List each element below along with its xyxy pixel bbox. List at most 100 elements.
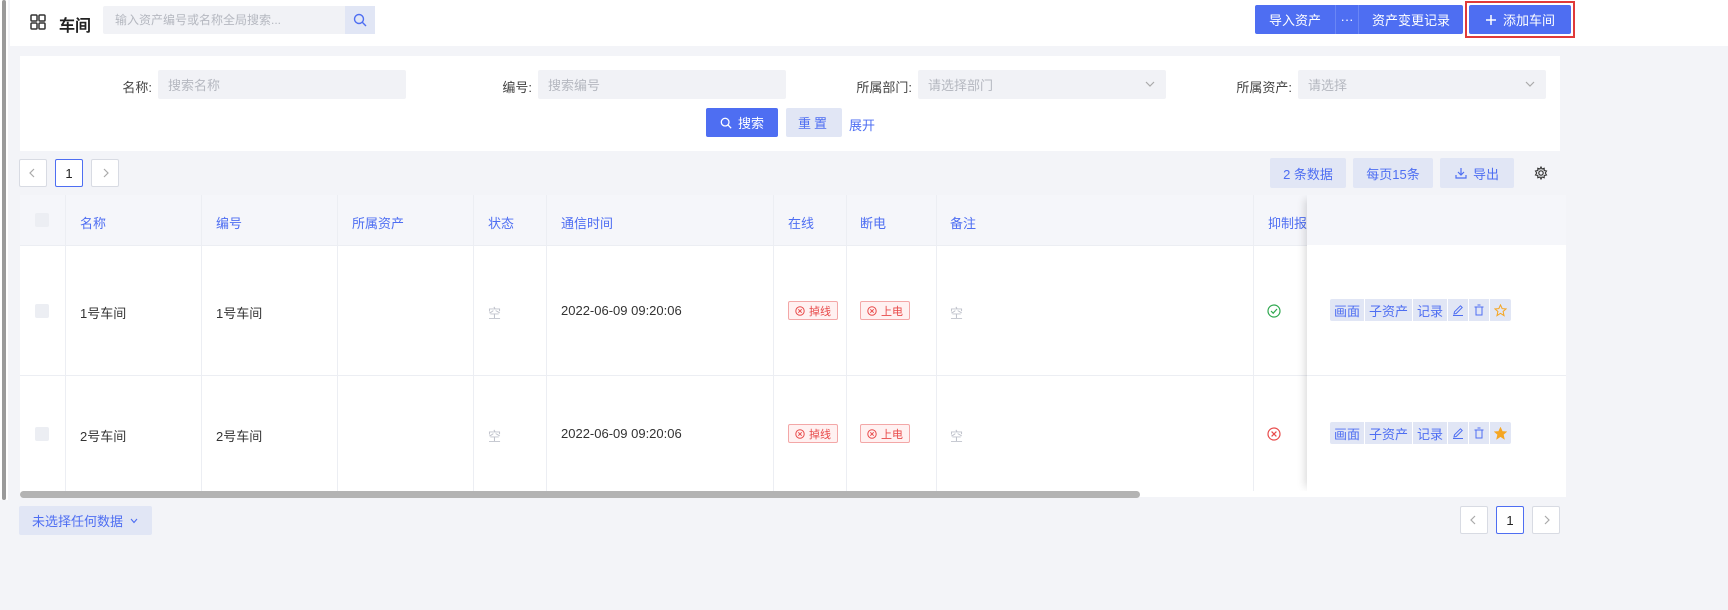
filter-search-button[interactable]: 搜索: [706, 108, 778, 137]
more-button[interactable]: ···: [1335, 5, 1359, 34]
asset-filter-label: 所属资产:: [1236, 80, 1292, 95]
filter-reset-button[interactable]: 重置: [786, 108, 842, 137]
star-outline-icon: [1494, 303, 1508, 317]
log-button[interactable]: 记录: [1413, 299, 1449, 321]
selection-dropdown[interactable]: 未选择任何数据: [19, 506, 152, 535]
chevron-down-icon: [1525, 81, 1535, 87]
next-page-button[interactable]: [1532, 506, 1560, 534]
select-all-checkbox[interactable]: [35, 213, 49, 227]
row-divider: [1307, 375, 1566, 376]
record-count-badge: 2 条数据: [1270, 158, 1346, 188]
column-header-power[interactable]: 断电: [860, 213, 886, 232]
log-button[interactable]: 记录: [1413, 422, 1449, 444]
column-header-comm-time[interactable]: 通信时间: [561, 213, 613, 232]
cell-code: 2号车间: [216, 429, 263, 444]
favorite-button[interactable]: [1490, 299, 1511, 321]
export-button[interactable]: 导出: [1440, 158, 1514, 188]
column-header-code[interactable]: 编号: [216, 213, 242, 232]
cell-code: 1号车间: [216, 306, 263, 321]
view-screen-button[interactable]: 画面: [1330, 299, 1366, 321]
chevron-down-icon: [130, 518, 138, 523]
import-asset-button[interactable]: 导入资产: [1255, 5, 1335, 34]
page-number-button[interactable]: 1: [1496, 506, 1524, 534]
dept-select-placeholder: 请选择部门: [928, 78, 994, 93]
next-page-button[interactable]: [91, 159, 119, 187]
cell-comm-time: 2022-06-09 09:20:06: [561, 303, 682, 318]
sub-asset-button[interactable]: 子资产: [1365, 299, 1414, 321]
plus-icon: [1485, 14, 1496, 25]
check-circle-icon: [1267, 304, 1281, 318]
cell-name: 1号车间: [80, 306, 127, 321]
page-title: 车间: [59, 18, 92, 35]
offline-tag: 掉线: [788, 301, 838, 320]
page-header: 车间 导入资产 ··· 资产变更记录 添加车间: [10, 0, 1728, 46]
row-actions: 画面 子资产 记录: [1330, 299, 1512, 321]
dept-filter-label: 所属部门:: [856, 80, 912, 95]
offline-tag-label: 掉线: [809, 428, 831, 441]
column-header-asset[interactable]: 所属资产: [352, 213, 404, 232]
action-column-header: [1307, 195, 1566, 245]
power-tag: 上电: [860, 424, 910, 443]
download-icon: [1455, 168, 1467, 179]
filter-expand-link[interactable]: 展开: [849, 115, 875, 134]
trash-icon: [1474, 427, 1484, 439]
offline-tag-label: 掉线: [809, 305, 831, 318]
power-tag-label: 上电: [881, 428, 903, 441]
cell-comm-time: 2022-06-09 09:20:06: [561, 426, 682, 441]
selection-label: 未选择任何数据: [31, 514, 123, 529]
gear-icon[interactable]: [1534, 166, 1548, 180]
close-circle-icon: [795, 305, 805, 316]
favorite-button[interactable]: [1490, 422, 1511, 444]
column-header-remark[interactable]: 备注: [950, 213, 976, 232]
chevron-left-icon: [29, 168, 35, 178]
name-filter-input[interactable]: 搜索名称: [158, 70, 406, 99]
cell-status: 空: [488, 306, 502, 321]
vertical-scrollbar[interactable]: [2, 0, 6, 500]
column-header-online[interactable]: 在线: [788, 213, 814, 232]
view-screen-button[interactable]: 画面: [1330, 422, 1366, 444]
row-checkbox[interactable]: [35, 427, 49, 441]
column-header-status[interactable]: 状态: [488, 213, 514, 232]
search-icon: [720, 117, 732, 129]
cell-remark: 空: [950, 429, 964, 444]
global-search: [103, 6, 375, 34]
page-size-selector[interactable]: 每页15条: [1353, 158, 1433, 188]
edit-icon: [1453, 305, 1464, 316]
action-column: 画面 子资产 记录 画面 子资产 记录: [1307, 195, 1566, 491]
star-filled-icon: [1494, 426, 1508, 440]
close-circle-icon: [867, 428, 877, 439]
prev-page-button[interactable]: [1460, 506, 1488, 534]
asset-select-placeholder: 请选择: [1308, 78, 1348, 93]
code-filter-label: 编号:: [502, 80, 532, 95]
edit-button[interactable]: [1448, 422, 1470, 444]
delete-button[interactable]: [1469, 422, 1491, 444]
row-checkbox[interactable]: [35, 304, 49, 318]
sub-asset-button[interactable]: 子资产: [1365, 422, 1414, 444]
edit-button[interactable]: [1448, 299, 1470, 321]
column-header-suppress[interactable]: 抑制报: [1268, 213, 1307, 232]
close-circle-icon: [795, 428, 805, 439]
offline-tag: 掉线: [788, 424, 838, 443]
export-label: 导出: [1472, 166, 1499, 182]
column-header-name[interactable]: 名称: [80, 213, 106, 232]
search-button[interactable]: [345, 6, 375, 34]
add-workshop-button[interactable]: 添加车间: [1469, 5, 1571, 34]
horizontal-scrollbar[interactable]: [20, 491, 1140, 498]
code-filter-input[interactable]: 搜索编号: [538, 70, 786, 99]
asset-changelog-button[interactable]: 资产变更记录: [1359, 5, 1463, 34]
global-search-input[interactable]: [103, 6, 343, 34]
prev-page-button[interactable]: [19, 159, 47, 187]
dept-select[interactable]: 请选择部门: [918, 70, 1166, 99]
data-table: 名称 编号 所属资产 状态 通信时间 在线 断电 备注 抑制报 1号车间 1号车…: [20, 195, 1566, 491]
left-edge: [0, 0, 8, 500]
name-filter-label: 名称:: [122, 80, 152, 95]
cell-status: 空: [488, 429, 502, 444]
chevron-down-icon: [1145, 81, 1155, 87]
page-number-button[interactable]: 1: [55, 159, 83, 187]
chevron-right-icon: [103, 168, 109, 178]
chevron-right-icon: [1544, 515, 1550, 525]
asset-select[interactable]: 请选择: [1298, 70, 1546, 99]
filter-panel: 名称: 搜索名称 编号: 搜索编号 所属部门: 请选择部门 所属资产: 请选择 …: [20, 56, 1560, 151]
delete-button[interactable]: [1469, 299, 1491, 321]
search-icon: [353, 13, 367, 27]
